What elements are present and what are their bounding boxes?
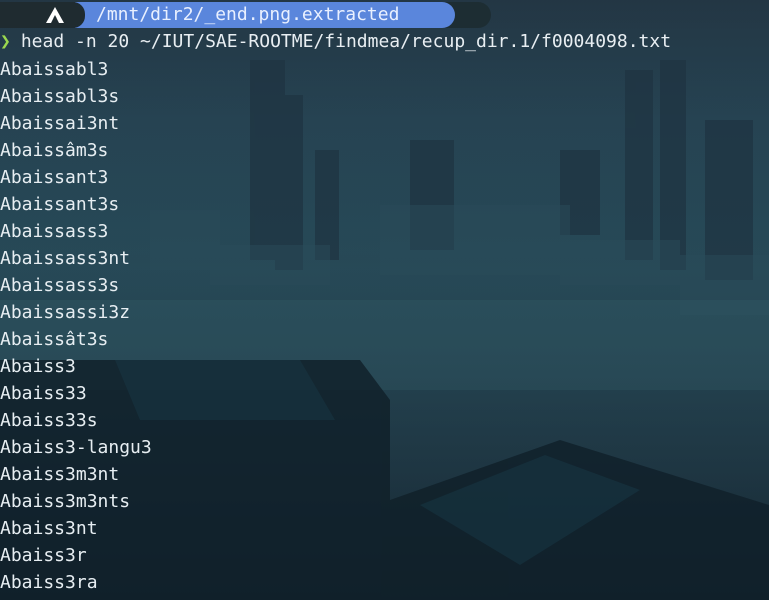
prompt-os-segment <box>0 2 85 28</box>
output-line: Abaissass3 <box>0 221 109 242</box>
output-line: Abaissabl3s <box>0 86 120 107</box>
output-line: Abaissâm3s <box>0 140 109 161</box>
output-line: Abaissass3nt <box>0 248 131 269</box>
output-line: Abaiss3ra <box>0 572 98 593</box>
output-line: Abaissabl3 <box>0 59 109 80</box>
output-line: Abaissât3s <box>0 329 109 350</box>
output-line: Abaiss3nt <box>0 518 98 539</box>
output-line: Abaissai3nt <box>0 113 120 134</box>
arch-linux-icon <box>46 7 64 23</box>
output-line: Abaiss33s <box>0 410 98 431</box>
command-line[interactable]: ❯ head -n 20 ~/IUT/SAE-ROOTME/findmea/rec… <box>0 29 671 55</box>
output-line: Abaissassi3z <box>0 302 131 323</box>
output-line: Abaiss3 <box>0 356 76 377</box>
prompt-symbol: ❯ <box>0 31 11 52</box>
output-line: Abaiss3-langu3 <box>0 437 152 458</box>
output-line: Abaiss3m3nts <box>0 491 131 512</box>
command-text[interactable]: head -n 20 ~/IUT/SAE-ROOTME/findmea/recu… <box>21 31 671 52</box>
terminal-window[interactable]: /mnt/dir2/_end.png.extracted ❯ head -n 20… <box>0 0 769 600</box>
output-line: Abaissass3s <box>0 275 120 296</box>
prompt-bar: /mnt/dir2/_end.png.extracted <box>0 2 500 28</box>
command-output: Abaissabl3 Abaissabl3s Abaissai3nt Abais… <box>0 56 152 596</box>
output-line: Abaiss33 <box>0 383 87 404</box>
output-line: Abaiss3r <box>0 545 87 566</box>
current-directory-segment: /mnt/dir2/_end.png.extracted <box>75 2 455 28</box>
output-line: Abaissant3 <box>0 167 109 188</box>
output-line: Abaissant3s <box>0 194 120 215</box>
output-line: Abaiss3m3nt <box>0 464 120 485</box>
